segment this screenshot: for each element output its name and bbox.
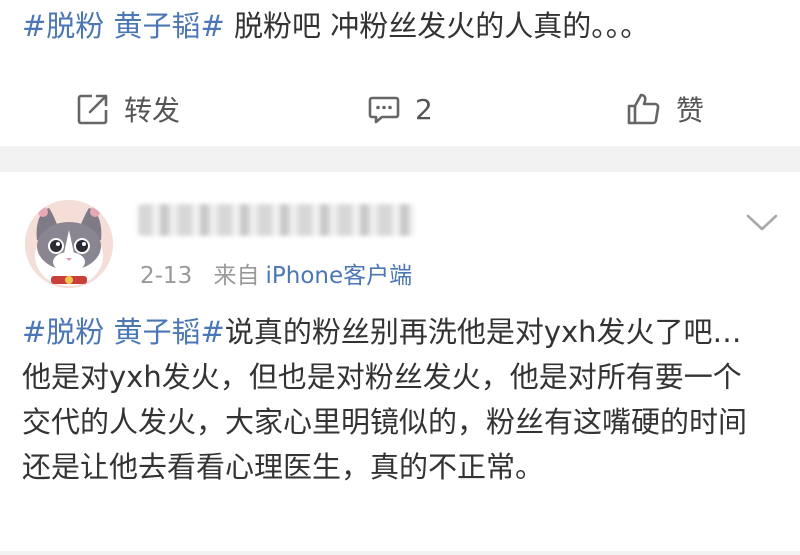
comment-button[interactable]: 2 <box>367 72 433 146</box>
source-link[interactable]: iPhone客户端 <box>266 263 413 289</box>
comment-text: #脱粉 黄子韬#说真的粉丝别再洗他是对yxh发火了吧…他是对yxh发火，但也是对… <box>22 310 770 490</box>
comment-icon <box>367 92 401 126</box>
like-button[interactable]: 赞 <box>626 72 704 146</box>
chevron-down-icon[interactable] <box>742 210 782 236</box>
repost-icon <box>76 92 110 126</box>
post-body: 脱粉吧 冲粉丝发火的人真的。。。 <box>224 9 650 43</box>
repost-label: 转发 <box>124 94 181 127</box>
source-prefix: 来自 <box>213 263 260 289</box>
comment-meta: 2-13 来自 iPhone客户端 <box>140 256 412 290</box>
comment-count: 2 <box>415 92 433 126</box>
section-separator <box>0 146 800 172</box>
action-bar: 转发 2 赞 <box>0 72 800 146</box>
post-text: #脱粉 黄子韬# 脱粉吧 冲粉丝发火的人真的。。。 <box>22 6 792 46</box>
avatar[interactable] <box>25 200 113 288</box>
comment-date: 2-13 <box>140 263 193 289</box>
comment-hashtag-link[interactable]: #脱粉 黄子韬# <box>22 315 225 349</box>
repost-button[interactable]: 转发 <box>76 72 180 146</box>
like-label: 赞 <box>676 94 705 127</box>
username-blurred[interactable] <box>138 204 414 236</box>
like-icon <box>626 92 662 126</box>
bottom-divider <box>0 551 800 555</box>
hashtag-link[interactable]: #脱粉 黄子韬# <box>22 9 225 43</box>
